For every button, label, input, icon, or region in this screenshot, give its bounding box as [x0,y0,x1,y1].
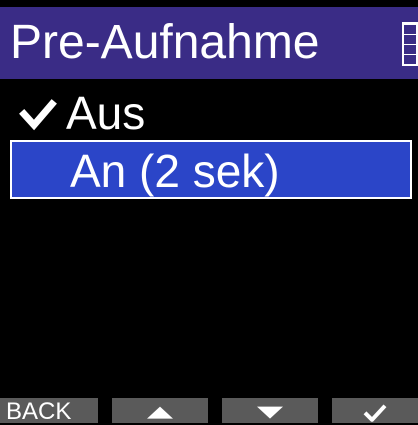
menu-item-aus[interactable]: Aus [10,84,412,143]
menu-item-label: Aus [66,87,146,139]
menu-item-label: An (2 sek) [70,145,280,197]
battery-segment [404,35,416,44]
title-bar: Pre-Aufnahme [0,7,418,79]
page-title: Pre-Aufnahme [10,16,320,69]
back-label: BACK [6,398,72,425]
back-button[interactable]: BACK [0,398,98,425]
softkey-bar: BACK [0,398,418,425]
battery-icon [402,22,418,66]
battery-segment [404,25,416,34]
up-button[interactable] [112,398,208,423]
battery-segment [404,55,416,64]
triangle-down-icon [257,406,283,419]
device-screen: Pre-Aufnahme Aus An (2 sek) BACK [0,0,418,425]
checkmark-icon [363,403,387,422]
enter-button[interactable] [332,398,418,423]
battery-segment [404,45,416,54]
triangle-up-icon [147,406,173,419]
menu-item-an[interactable]: An (2 sek) [10,140,412,199]
checkmark-icon [19,99,57,131]
down-button[interactable] [222,398,318,423]
